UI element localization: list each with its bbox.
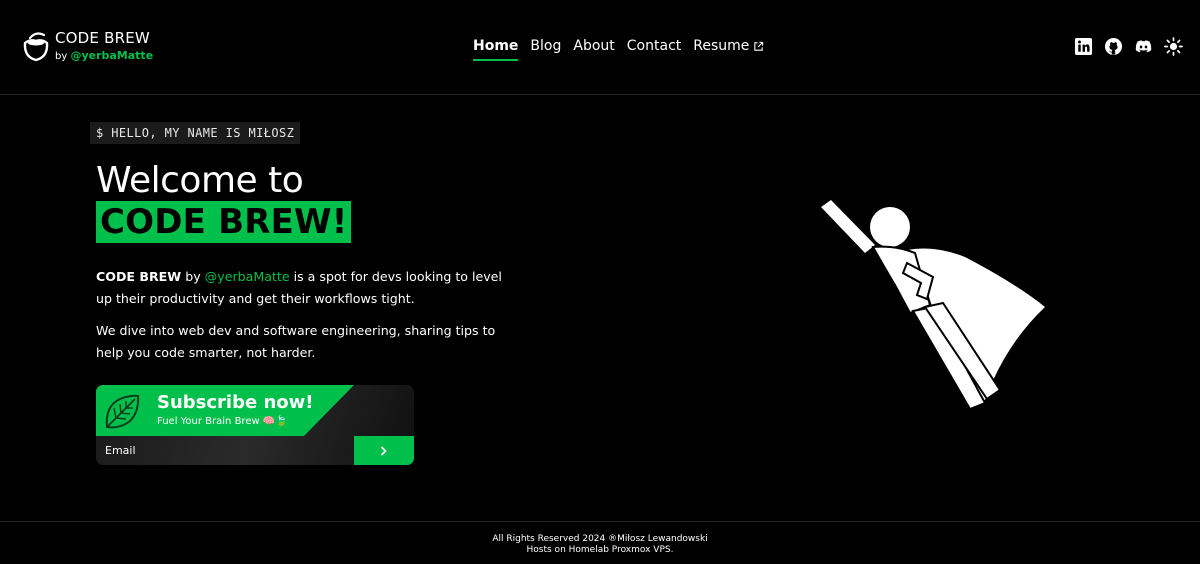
linkedin-icon[interactable]: [1074, 37, 1093, 56]
nav-contact[interactable]: Contact: [627, 38, 681, 60]
main-nav: Home Blog About Contact Resume: [473, 38, 764, 61]
intro-brand: CODE BREW: [96, 269, 182, 284]
github-icon[interactable]: [1104, 37, 1123, 56]
subscribe-subtitle: Fuel Your Brain Brew 🧠🍃: [157, 416, 288, 427]
chevron-right-icon: [381, 446, 387, 455]
site-header: CODE BREW by @yerbaMatte Home Blog About…: [0, 0, 1200, 95]
nav-resume-label: Resume: [693, 38, 750, 54]
discord-icon[interactable]: [1134, 37, 1153, 56]
theme-toggle-sun-icon[interactable]: [1164, 37, 1183, 56]
brand-by: by: [55, 50, 68, 62]
subscribe-form: Subscribe now! Fuel Your Brain Brew 🧠🍃: [96, 385, 414, 465]
brand-logo-link[interactable]: CODE BREW by @yerbaMatte: [22, 29, 153, 63]
nav-resume[interactable]: Resume: [693, 38, 764, 60]
subscribe-submit-button[interactable]: [354, 436, 414, 465]
flying-superhero-illustration: [821, 200, 1045, 411]
intro-handle-link[interactable]: @yerbaMatte: [205, 269, 290, 284]
subscribe-title: Subscribe now!: [157, 392, 314, 413]
hero-title-highlight: CODE BREW!: [96, 201, 352, 243]
hero-description-paragraph: We dive into web dev and software engine…: [96, 323, 496, 360]
brand-subtitle: by @yerbaMatte: [55, 48, 154, 62]
footer-hosting-note: Hosts on Homelab Proxmox VPS.: [526, 545, 674, 556]
social-links: [1074, 37, 1183, 56]
nav-blog[interactable]: Blog: [530, 38, 561, 60]
mate-cup-icon: [23, 32, 49, 62]
hero-tagline: $ HELLO, MY NAME IS MIŁOSZ: [90, 122, 301, 144]
footer-copyright: All Rights Reserved 2024 ®Miłosz Lewando…: [492, 534, 708, 544]
site-footer: All Rights Reserved 2024 ®Miłosz Lewando…: [0, 521, 1200, 564]
nav-about[interactable]: About: [573, 38, 614, 60]
leaf-icon: [105, 394, 140, 429]
intro-by: by: [185, 269, 201, 284]
nav-home[interactable]: Home: [473, 38, 519, 61]
brand-handle: @yerbaMatte: [70, 48, 154, 62]
email-input[interactable]: [96, 436, 354, 465]
external-link-icon: [754, 41, 764, 51]
hero-intro-paragraph: CODE BREW by @yerbaMatte is a spot for d…: [96, 266, 516, 309]
hero-title-line1: Welcome to: [96, 160, 304, 201]
brand-title: CODE BREW: [55, 29, 150, 48]
